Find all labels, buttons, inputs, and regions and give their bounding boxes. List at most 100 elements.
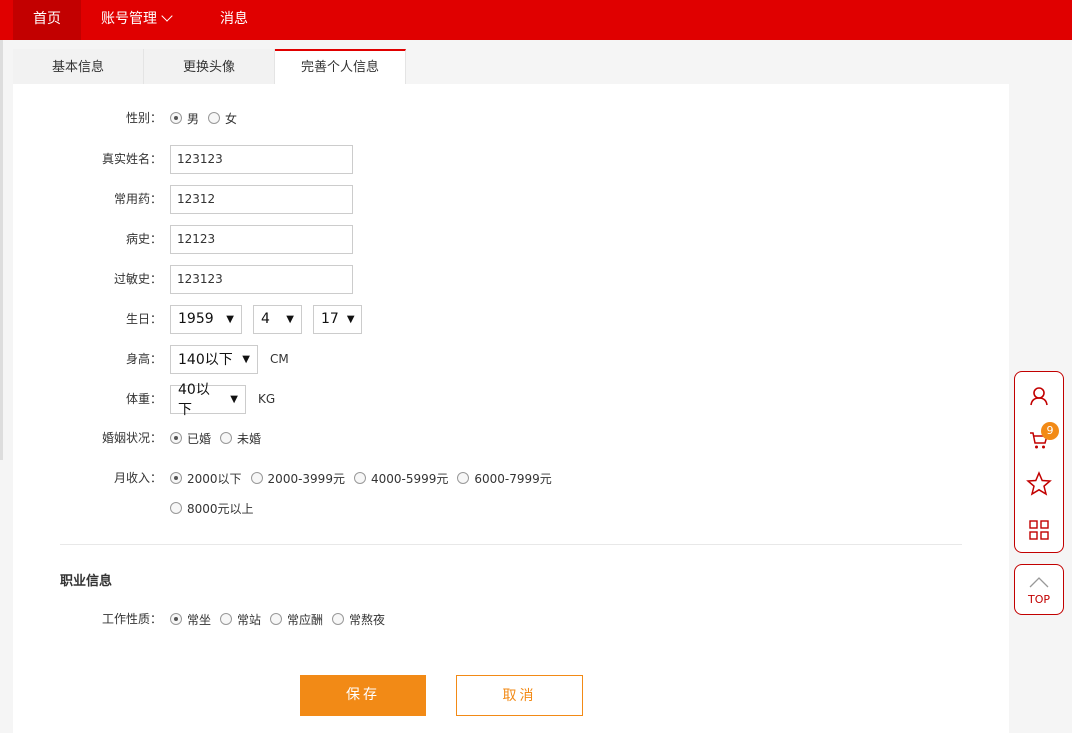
birthday-row: 生日： 1959 ▼ 4 ▼ 17 ▼ <box>13 304 1009 334</box>
gender-label: 性别： <box>125 111 162 125</box>
gender-radio-male[interactable]: 男 <box>170 110 199 127</box>
occupation-section-title: 职业信息 <box>60 574 113 589</box>
nav-account-label: 账号管理 <box>101 11 157 27</box>
income-label: 月收入： <box>113 471 162 485</box>
radio-checked-icon <box>170 432 182 444</box>
birthday-year-select[interactable]: 1959 ▼ <box>170 304 242 334</box>
radio-label: 女 <box>225 111 238 126</box>
save-button[interactable]: 保存 <box>300 675 426 716</box>
gender-radio-female[interactable]: 女 <box>208 110 237 127</box>
top-label: TOP <box>1027 593 1050 606</box>
radio-label: 常熬夜 <box>349 612 386 627</box>
birthday-day-select[interactable]: 17 ▼ <box>313 304 362 334</box>
radio-checked-icon <box>170 112 182 124</box>
dropdown-arrow-icon: ▼ <box>226 313 234 325</box>
allergy-history-row: 过敏史： <box>13 264 1009 294</box>
work-radio-sitting[interactable]: 常坐 <box>170 611 211 628</box>
dropdown-arrow-icon: ▼ <box>346 313 355 325</box>
radio-label: 2000-3999元 <box>267 471 345 486</box>
income-radio-1[interactable]: 2000以下 <box>170 470 242 487</box>
chevron-up-icon <box>1029 577 1049 588</box>
cart-count-badge: 9 <box>1041 422 1059 440</box>
weight-label: 体重： <box>125 392 162 406</box>
radio-label: 6000-7999元 <box>474 471 552 486</box>
radio-label: 2000以下 <box>187 471 242 486</box>
qrcode-icon[interactable] <box>1015 510 1063 550</box>
back-to-top-button[interactable]: TOP <box>1014 564 1064 615</box>
marital-radio-married[interactable]: 已婚 <box>170 430 211 447</box>
marital-radio-single[interactable]: 未婚 <box>220 430 261 447</box>
real-name-label: 真实姓名： <box>101 152 162 166</box>
radio-label: 男 <box>187 111 200 126</box>
weight-unit: KG <box>258 392 276 406</box>
nav-messages[interactable]: 消息 <box>220 0 248 40</box>
medical-history-row: 病史： <box>13 224 1009 254</box>
marital-row: 婚姻状况： 已婚 未婚 <box>13 423 1009 453</box>
gender-row: 性别： 男 女 <box>13 103 1009 133</box>
common-medicine-label: 常用药： <box>113 192 162 206</box>
income-row-2: 8000元以上 <box>13 493 1009 523</box>
work-nature-row: 工作性质： 常坐 常站 常应酬 常熬夜 <box>13 604 1009 634</box>
real-name-row: 真实姓名： <box>13 144 1009 174</box>
radio-label: 未婚 <box>237 431 262 446</box>
radio-unchecked-icon <box>332 613 345 625</box>
common-medicine-row: 常用药： <box>13 184 1009 214</box>
real-name-input[interactable] <box>170 144 353 174</box>
radio-label: 常应酬 <box>287 612 324 627</box>
select-value: 17 <box>321 311 339 327</box>
allergy-history-input[interactable] <box>170 264 353 294</box>
tab-change-avatar[interactable]: 更换头像 <box>144 49 275 84</box>
nav-home[interactable]: 首页 <box>13 0 81 40</box>
height-unit: CM <box>270 352 289 366</box>
radio-label: 8000元以上 <box>187 501 254 516</box>
radio-label: 常站 <box>237 612 262 627</box>
weight-select[interactable]: 40以下 ▼ <box>170 382 246 418</box>
height-row: 身高： 140以下 ▼ CM <box>13 344 1009 374</box>
section-divider <box>60 544 962 545</box>
radio-unchecked-icon <box>220 432 233 444</box>
height-select[interactable]: 140以下 ▼ <box>170 344 258 374</box>
chevron-down-icon <box>161 10 173 22</box>
star-icon[interactable] <box>1015 464 1063 504</box>
income-radio-4[interactable]: 6000-7999元 <box>457 470 552 487</box>
radio-checked-icon <box>170 472 182 484</box>
dropdown-arrow-icon: ▼ <box>230 393 238 405</box>
dropdown-arrow-icon: ▼ <box>242 353 250 365</box>
work-radio-socializing[interactable]: 常应酬 <box>270 611 323 628</box>
nav-account-management[interactable]: 账号管理 <box>101 0 173 40</box>
work-nature-label: 工作性质： <box>101 612 162 626</box>
birthday-label: 生日： <box>125 312 162 326</box>
radio-label: 4000-5999元 <box>370 471 449 486</box>
income-radio-2[interactable]: 2000-3999元 <box>250 470 345 487</box>
medical-history-input[interactable] <box>170 224 353 254</box>
allergy-history-label: 过敏史： <box>113 272 162 286</box>
income-row: 月收入： 2000以下 2000-3999元 4000-5999元 6000-7… <box>13 463 1009 493</box>
radio-unchecked-icon <box>208 112 221 124</box>
radio-checked-icon <box>170 613 182 625</box>
tab-basic-info[interactable]: 基本信息 <box>13 49 144 84</box>
radio-unchecked-icon <box>353 472 366 484</box>
work-radio-standing[interactable]: 常站 <box>220 611 261 628</box>
radio-unchecked-icon <box>270 613 283 625</box>
radio-unchecked-icon <box>170 502 182 514</box>
floating-toolbar: 9 <box>1014 371 1064 553</box>
tab-complete-profile[interactable]: 完善个人信息 <box>275 49 406 84</box>
marital-label: 婚姻状况： <box>101 431 162 445</box>
radio-label: 常坐 <box>187 612 212 627</box>
select-value: 4 <box>261 311 270 327</box>
common-medicine-input[interactable] <box>170 184 353 214</box>
user-icon[interactable] <box>1015 376 1063 416</box>
income-radio-5[interactable]: 8000元以上 <box>170 500 254 517</box>
work-radio-late-nights[interactable]: 常熬夜 <box>332 611 385 628</box>
income-radio-3[interactable]: 4000-5999元 <box>353 470 449 487</box>
dropdown-arrow-icon: ▼ <box>286 313 294 325</box>
radio-unchecked-icon <box>220 613 233 625</box>
birthday-month-select[interactable]: 4 ▼ <box>253 304 302 334</box>
select-value: 40以下 <box>178 382 210 418</box>
left-divider <box>0 40 3 460</box>
radio-unchecked-icon <box>457 472 470 484</box>
radio-label: 已婚 <box>187 431 212 446</box>
cancel-button[interactable]: 取消 <box>456 675 583 716</box>
height-label: 身高： <box>125 352 162 366</box>
weight-row: 体重： 40以下 ▼ KG <box>13 382 1009 418</box>
